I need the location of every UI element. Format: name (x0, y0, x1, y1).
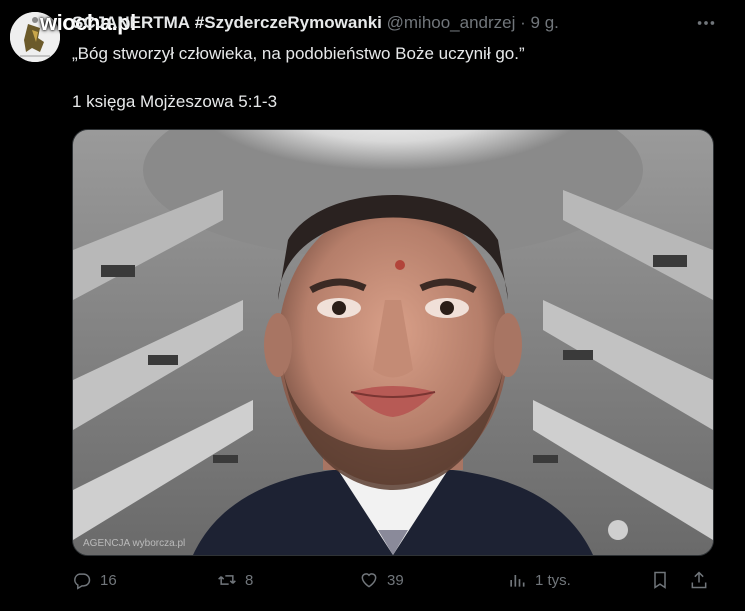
tweet[interactable]: wiocha.pl SCJANERTMA #SzyderczeRymowanki… (0, 0, 745, 611)
timestamp[interactable]: 9 g. (531, 13, 559, 32)
author-name[interactable]: SCJANERTMA (72, 13, 190, 32)
action-bar: 16 8 39 1 tys. (72, 570, 712, 596)
reply-button[interactable]: 16 (72, 570, 117, 590)
bookmark-icon (654, 571, 666, 589)
share-button[interactable] (689, 570, 709, 590)
repost-icon (218, 575, 236, 585)
views-button[interactable]: 1 tys. (507, 570, 571, 590)
reply-count: 16 (100, 571, 117, 589)
bookmark-button[interactable] (650, 570, 670, 590)
photo-portrait (73, 130, 713, 555)
like-icon (361, 573, 377, 588)
like-button[interactable]: 39 (359, 570, 404, 590)
separator-dot: · (520, 13, 526, 32)
tweet-photo[interactable]: AGENCJA wyborcza.pl (72, 129, 714, 556)
like-count: 39 (387, 571, 404, 589)
tweet-text-line-1: „Bóg stworzył człowieka, na podobieństwo… (72, 44, 525, 63)
views-count: 1 tys. (535, 571, 571, 589)
repost-count: 8 (245, 571, 254, 589)
share-icon (691, 571, 707, 589)
reply-icon (74, 573, 91, 590)
more-horizontal-icon[interactable] (695, 12, 717, 40)
author-handle[interactable]: @mihoo_andrzej (387, 13, 516, 32)
tweet-header: SCJANERTMA #SzyderczeRymowanki @mihoo_an… (72, 13, 559, 33)
views-icon (510, 575, 525, 587)
author-hashtag[interactable]: #SzyderczeRymowanki (195, 13, 382, 32)
photo-credit: AGENCJA wyborcza.pl (83, 538, 186, 549)
tweet-text-line-2: 1 księga Mojżeszowa 5:1-3 (72, 92, 278, 111)
repost-button[interactable]: 8 (217, 570, 253, 590)
